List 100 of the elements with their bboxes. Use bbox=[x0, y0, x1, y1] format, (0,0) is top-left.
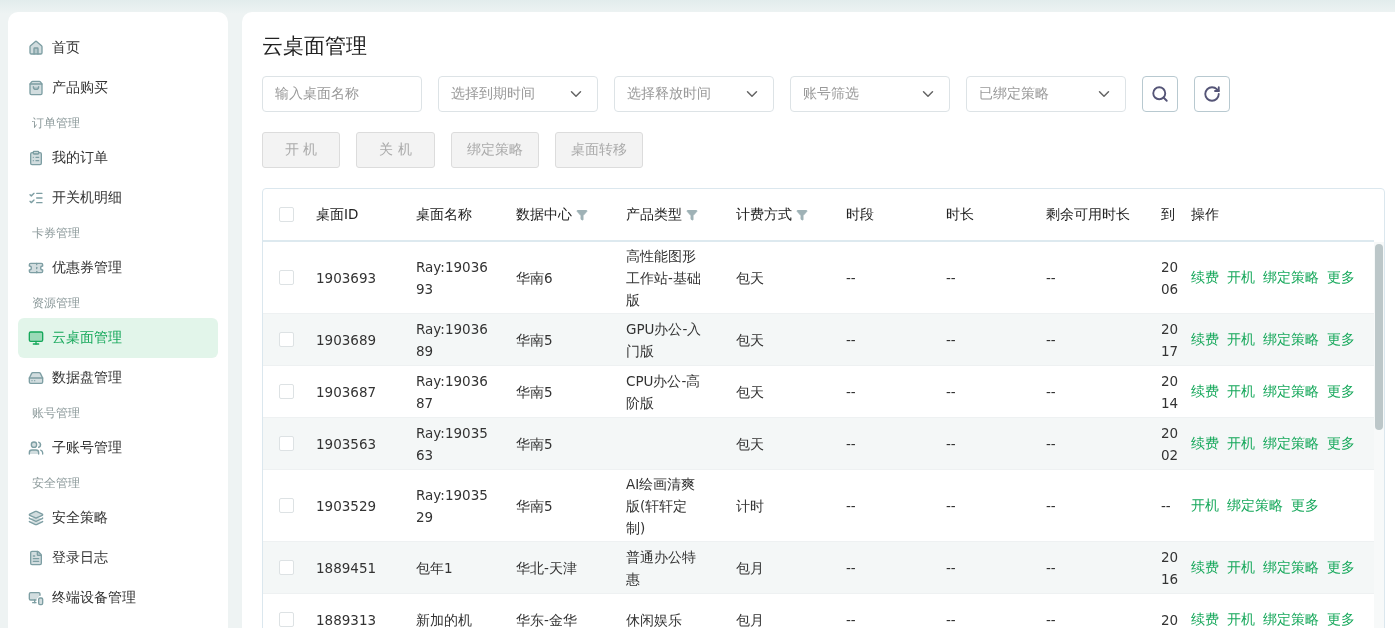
select-field[interactable]: 选择到期时间 bbox=[438, 76, 598, 112]
table-cell-text: 华南5 bbox=[516, 382, 554, 402]
home-icon bbox=[28, 40, 44, 56]
table-cell-text: 包天 bbox=[736, 268, 765, 288]
table-cell-text: -- bbox=[1046, 558, 1057, 578]
table-cell-text: 华南5 bbox=[516, 496, 554, 516]
layers-icon bbox=[28, 510, 44, 526]
table-cell-text: 20 14 bbox=[1161, 371, 1180, 413]
column-header: 到 bbox=[1161, 205, 1176, 224]
action-link[interactable]: 开机 bbox=[1227, 330, 1255, 349]
action-link[interactable]: 绑定策略 bbox=[1263, 330, 1319, 349]
sidebar-item[interactable]: 开关机明细 bbox=[18, 178, 218, 218]
table-cell-text: -- bbox=[846, 434, 857, 454]
column-header: 计费方式 bbox=[736, 205, 846, 224]
sidebar-item[interactable]: 登录日志 bbox=[18, 538, 218, 578]
refresh-icon bbox=[1203, 85, 1221, 103]
sidebar-item[interactable]: 云桌面管理 bbox=[18, 318, 218, 358]
search-button[interactable] bbox=[1142, 76, 1178, 112]
table-cell-text: 1889451 bbox=[316, 558, 378, 578]
table-cell-text: 普通办公特 惠 bbox=[626, 547, 697, 589]
sidebar-group-label: 资源管理 bbox=[31, 295, 81, 312]
action-link[interactable]: 更多 bbox=[1327, 434, 1355, 453]
sidebar-group-label: 卡券管理 bbox=[31, 225, 81, 242]
action-link[interactable]: 续费 bbox=[1191, 330, 1219, 349]
table-cell-text: -- bbox=[846, 330, 857, 350]
select-all-checkbox[interactable] bbox=[279, 207, 294, 222]
scrollbar[interactable] bbox=[1374, 242, 1384, 628]
sidebar-item[interactable]: 首页 bbox=[18, 28, 218, 68]
table-cell-text: 1903529 bbox=[316, 496, 378, 516]
checklist-icon bbox=[28, 190, 44, 206]
table-cell-text: 华东-金华 bbox=[516, 610, 578, 628]
action-link[interactable]: 开机 bbox=[1191, 496, 1219, 515]
column-header: 时段 bbox=[846, 205, 875, 224]
action-link[interactable]: 续费 bbox=[1191, 268, 1219, 287]
table-cell-text: 1903689 bbox=[316, 330, 378, 350]
sidebar-item[interactable]: 我的订单 bbox=[18, 138, 218, 178]
action-link[interactable]: 绑定策略 bbox=[1227, 496, 1283, 515]
action-link[interactable]: 更多 bbox=[1327, 382, 1355, 401]
row-checkbox[interactable] bbox=[279, 384, 294, 399]
scrollbar-thumb[interactable] bbox=[1375, 244, 1383, 430]
table-cell-text: Ray:19035 29 bbox=[416, 485, 489, 527]
table-cell-text: 1903687 bbox=[316, 382, 378, 402]
sidebar-item[interactable]: 终端设备管理 bbox=[18, 578, 218, 618]
row-checkbox[interactable] bbox=[279, 436, 294, 451]
sidebar-group-label: 订单管理 bbox=[31, 115, 81, 132]
action-link[interactable]: 更多 bbox=[1291, 496, 1319, 515]
search-field[interactable]: 输入桌面名称 bbox=[262, 76, 422, 112]
table-cell-text: Ray:19035 63 bbox=[416, 423, 489, 465]
sidebar-item[interactable]: 子账号管理 bbox=[18, 428, 218, 468]
row-checkbox[interactable] bbox=[279, 560, 294, 575]
row-checkbox[interactable] bbox=[279, 270, 294, 285]
action-link[interactable]: 绑定策略 bbox=[1263, 434, 1319, 453]
table-cell-text: 华北-天津 bbox=[516, 558, 578, 578]
table-cell-text: Ray:19036 87 bbox=[416, 371, 489, 413]
refresh-button[interactable] bbox=[1194, 76, 1230, 112]
action-link[interactable]: 续费 bbox=[1191, 610, 1219, 628]
table-cell-text: -- bbox=[946, 496, 957, 516]
filter-icon[interactable] bbox=[686, 208, 698, 221]
action-link[interactable]: 续费 bbox=[1191, 382, 1219, 401]
action-link[interactable]: 开机 bbox=[1227, 268, 1255, 287]
row-checkbox[interactable] bbox=[279, 612, 294, 627]
table-cell-text: AI绘画清爽 版(轩轩定 制) bbox=[626, 474, 697, 538]
document-icon bbox=[28, 550, 44, 566]
table-cell-text: -- bbox=[1046, 610, 1057, 628]
filter-icon[interactable] bbox=[576, 208, 588, 221]
table-cell-text: 包年1 bbox=[416, 558, 454, 578]
table-cell-text: 包天 bbox=[736, 330, 765, 350]
sidebar-item[interactable]: 产品购买 bbox=[18, 68, 218, 108]
action-link[interactable]: 绑定策略 bbox=[1263, 610, 1319, 628]
action-link[interactable]: 更多 bbox=[1327, 268, 1355, 287]
action-link[interactable]: 更多 bbox=[1327, 610, 1355, 628]
sidebar-item[interactable]: 优惠券管理 bbox=[18, 248, 218, 288]
table-cell-text: -- bbox=[946, 330, 957, 350]
filter-icon[interactable] bbox=[796, 208, 808, 221]
row-checkbox[interactable] bbox=[279, 332, 294, 347]
action-link[interactable]: 绑定策略 bbox=[1263, 268, 1319, 287]
action-link[interactable]: 开机 bbox=[1227, 610, 1255, 628]
table-cell-text: 包天 bbox=[736, 382, 765, 402]
sidebar-item[interactable]: 安全策略 bbox=[18, 498, 218, 538]
action-link[interactable]: 开机 bbox=[1227, 558, 1255, 577]
action-link[interactable]: 绑定策略 bbox=[1263, 558, 1319, 577]
table-cell-text: 20 bbox=[1161, 610, 1180, 628]
table-cell-text: 包月 bbox=[736, 610, 765, 628]
table-cell-text: -- bbox=[946, 610, 957, 628]
sidebar-group-label: 账号管理 bbox=[31, 405, 81, 422]
action-link[interactable]: 开机 bbox=[1227, 382, 1255, 401]
action-link[interactable]: 开机 bbox=[1227, 434, 1255, 453]
action-link[interactable]: 更多 bbox=[1327, 558, 1355, 577]
sidebar-item[interactable]: 数据盘管理 bbox=[18, 358, 218, 398]
table-cell-text: 20 02 bbox=[1161, 423, 1180, 465]
select-field[interactable]: 已绑定策略 bbox=[966, 76, 1126, 112]
action-link[interactable]: 更多 bbox=[1327, 330, 1355, 349]
select-field[interactable]: 选择释放时间 bbox=[614, 76, 774, 112]
row-checkbox[interactable] bbox=[279, 498, 294, 513]
action-link[interactable]: 绑定策略 bbox=[1263, 382, 1319, 401]
action-link[interactable]: 续费 bbox=[1191, 434, 1219, 453]
drive-icon bbox=[28, 370, 44, 386]
select-field[interactable]: 账号筛选 bbox=[790, 76, 950, 112]
action-link[interactable]: 续费 bbox=[1191, 558, 1219, 577]
table-cell-text: 华南5 bbox=[516, 434, 554, 454]
